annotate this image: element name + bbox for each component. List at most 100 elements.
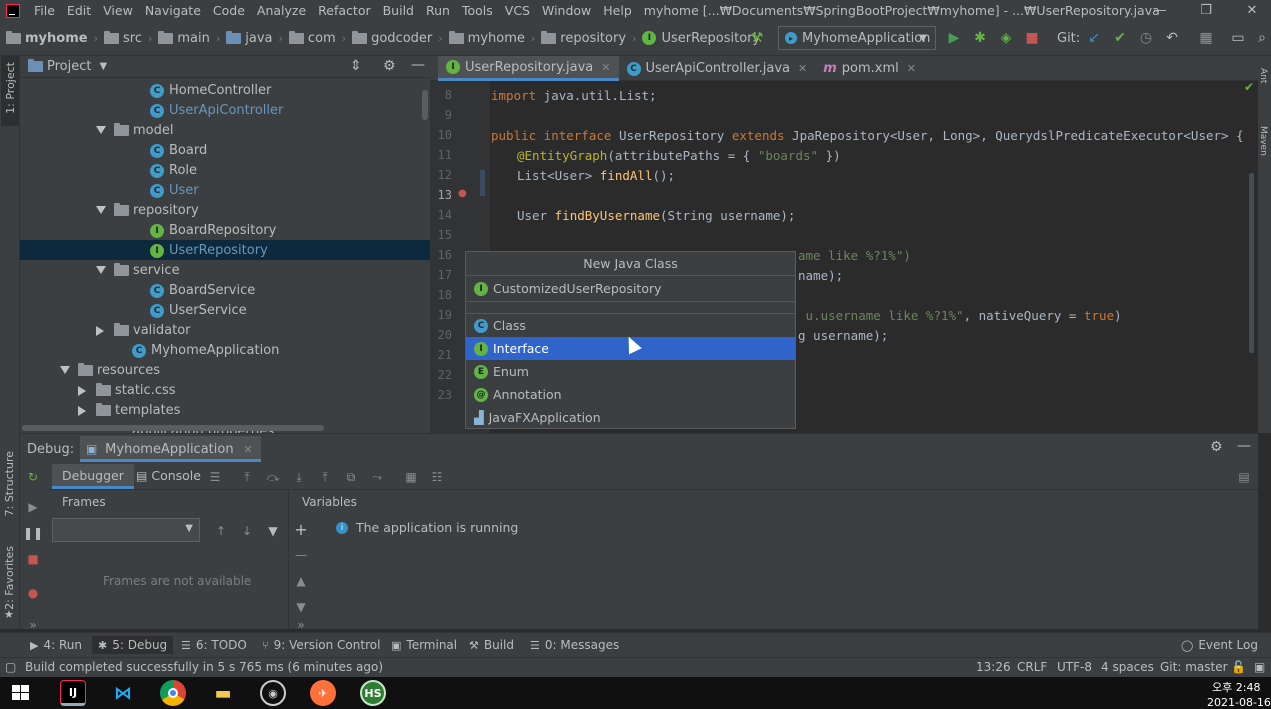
tree-row-boardservice[interactable]: C BoardService [20,280,430,300]
rerun-icon[interactable]: ↻ [26,470,40,484]
memory-indicator-icon[interactable]: ▣ [1254,660,1265,674]
breadcrumb-myhome-package[interactable]: myhome [448,30,525,46]
project-view-select[interactable]: Project [47,59,91,74]
menu-edit[interactable]: Edit [61,3,97,18]
view-breakpoints-icon[interactable]: ● [26,586,40,600]
ant-tool-label[interactable]: Ant [1258,68,1268,83]
implemented-method-icon[interactable]: ● [458,188,467,199]
close-tab-icon[interactable]: ✕ [601,61,610,74]
tree-row-static-css[interactable]: static.css [20,380,430,400]
obs-taskbar-icon[interactable]: ◉ [260,680,286,706]
tab-pom-xml[interactable]: m pom.xml ✕ [815,56,924,81]
file-encoding[interactable]: UTF-8 [1057,660,1092,674]
horizontal-scrollbar[interactable] [22,425,324,431]
indent-setting[interactable]: 4 spaces [1101,660,1154,674]
debug-bug-icon[interactable]: ✱ [971,29,989,47]
remove-watch-icon[interactable]: — [294,548,308,562]
windows-start-icon[interactable] [12,685,30,701]
collapsed-arrow-icon[interactable] [78,386,86,396]
chrome-taskbar-icon[interactable] [160,680,186,706]
presentation-icon[interactable]: ▭ [1229,29,1247,47]
project-structure-icon[interactable]: ▦ [1197,29,1215,47]
layout-icon[interactable]: ☰ [208,470,222,484]
postman-taskbar-icon[interactable]: ✈ [310,680,336,706]
expanded-arrow-icon[interactable] [60,366,70,374]
thread-select[interactable]: ▼ [52,518,200,542]
expanded-arrow-icon[interactable] [96,266,106,274]
filter-icon[interactable]: ▼ [266,524,280,538]
build-tool-button[interactable]: ⚒ Build [469,638,514,652]
close-tab-icon[interactable]: ✕ [243,443,252,456]
tab-userapicontroller[interactable]: C UserApiController.java ✕ [619,56,816,81]
stop-icon[interactable]: ■ [1023,29,1041,47]
git-rollback-icon[interactable]: ↶ [1163,29,1181,47]
resume-icon[interactable]: ▶ [26,500,40,514]
close-tab-icon[interactable]: ✕ [907,62,916,75]
collapse-all-icon[interactable]: ⇕ [350,58,362,74]
hs-taskbar-icon[interactable]: HS [360,680,386,706]
kind-option-javafx[interactable]: ▟ JavaFXApplication [466,406,795,429]
terminal-tool-button[interactable]: ▣ Terminal [391,638,457,652]
tree-row-resources[interactable]: resources [20,360,430,380]
expanded-arrow-icon[interactable] [96,206,106,214]
favorites-tool-label[interactable]: 2: Favorites [3,546,16,610]
restore-icon[interactable]: ❐ [1183,0,1229,21]
tree-row-user[interactable]: C User [20,180,430,200]
breadcrumb-main[interactable]: main [158,30,210,46]
kind-option-annotation[interactable]: @ Annotation [466,383,795,406]
menu-vcs[interactable]: VCS [499,3,536,18]
menu-analyze[interactable]: Analyze [251,3,312,18]
trace-icon[interactable]: ☷ [430,470,444,484]
hide-panel-icon[interactable]: — [1237,438,1251,454]
structure-tool-label[interactable]: 7: Structure [3,451,16,516]
menu-file[interactable]: File [28,3,61,18]
step-over-icon[interactable]: ⤼ [266,470,280,484]
move-up-icon[interactable]: ▲ [294,574,308,588]
tree-row-boardrepository[interactable]: I BoardRepository [20,220,430,240]
git-commit-icon[interactable]: ✔ [1111,29,1129,47]
breadcrumb-src[interactable]: src [103,30,142,46]
taskbar-clock-date[interactable]: 2021-08-16 [1207,696,1271,709]
menu-window[interactable]: Window [536,3,597,18]
version-control-tool-button[interactable]: ⑂ 9: Version Control [262,638,380,652]
close-tab-icon[interactable]: ✕ [798,62,807,75]
step-into-icon[interactable]: ⤓ [292,470,306,484]
build-hammer-icon[interactable]: ⚒ [748,29,766,47]
chevron-down-icon[interactable]: ▼ [99,61,107,72]
hide-panel-icon[interactable]: — [411,57,425,73]
tree-row-homecontroller[interactable]: C HomeController [20,80,430,100]
tree-row-userapicontroller[interactable]: C UserApiController [20,100,430,120]
console-tab[interactable]: ▤ Console [136,468,201,483]
toggle-tool-windows-icon[interactable]: ▢ [5,660,16,674]
menu-code[interactable]: Code [207,3,251,18]
tree-row-userservice[interactable]: C UserService [20,300,430,320]
tree-row-repository[interactable]: repository [20,200,430,220]
menu-view[interactable]: View [97,3,139,18]
menu-refactor[interactable]: Refactor [312,3,376,18]
breadcrumb-userrepository[interactable]: I UserRepository [642,31,760,46]
restore-layout-icon[interactable]: ▤ [1237,470,1251,484]
class-name-input[interactable]: I CustomizedUserRepository [466,276,795,302]
debug-tool-button[interactable]: ✱ 5: Debug [92,636,174,654]
collapsed-arrow-icon[interactable] [96,326,104,336]
editor-vertical-scrollbar[interactable] [1249,173,1254,353]
drop-frame-icon[interactable]: ⧉ [344,470,358,484]
run-icon[interactable]: ▶ [945,29,963,47]
kind-option-class[interactable]: C Class [466,314,795,337]
tree-row-service[interactable]: service [20,260,430,280]
caret-position[interactable]: 13:26 [976,660,1011,674]
stop-debug-icon[interactable]: ■ [26,552,40,566]
gear-icon[interactable]: ⚙ [383,58,396,74]
breadcrumb-com[interactable]: com [288,30,336,46]
move-down-icon[interactable]: ▼ [294,600,308,614]
tree-row-templates[interactable]: templates [20,400,430,420]
lock-icon[interactable]: 🔓 [1231,660,1246,674]
tab-userrepository[interactable]: I UserRepository.java ✕ [438,56,619,81]
tree-row-model[interactable]: model [20,120,430,140]
close-window-icon[interactable]: ✕ [1229,0,1271,21]
file-explorer-taskbar-icon[interactable]: ▬ [210,680,236,706]
git-history-icon[interactable]: ◷ [1137,29,1155,47]
menu-run[interactable]: Run [420,3,456,18]
project-tool-button[interactable]: 1: Project [1,56,19,126]
menu-navigate[interactable]: Navigate [139,3,207,18]
